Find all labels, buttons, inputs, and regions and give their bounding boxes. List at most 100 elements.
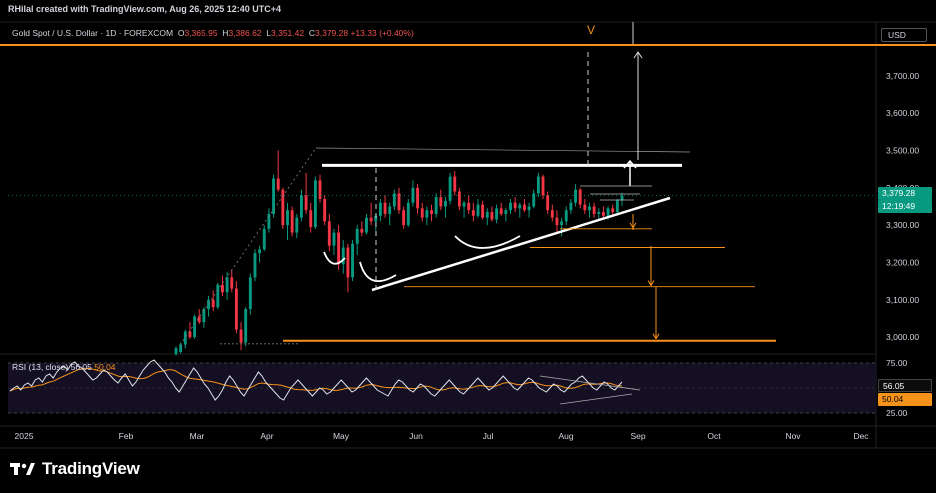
candle-body <box>304 195 308 211</box>
guide-diagonal-dashed <box>179 147 317 346</box>
chart-stage: 3,700.003,600.003,500.003,400.003,300.00… <box>0 0 936 493</box>
candle-body <box>560 221 564 226</box>
candle-body <box>564 210 568 222</box>
candle-body <box>248 277 252 310</box>
candle-body <box>453 176 457 192</box>
candle-body <box>230 277 234 289</box>
candle-body <box>392 193 396 207</box>
candle-body <box>457 191 461 207</box>
y-tick-label: 3,000.00 <box>886 332 919 342</box>
annotation-marker: V <box>587 23 595 37</box>
candle-body <box>406 202 410 226</box>
x-tick-label: Feb <box>119 431 134 441</box>
candle-body <box>281 189 285 226</box>
candle-body <box>606 208 610 216</box>
candle-body <box>402 210 406 226</box>
chart-canvas[interactable]: 3,700.003,600.003,500.003,400.003,300.00… <box>0 0 936 493</box>
candle-body <box>518 204 522 209</box>
ohlc-change: +13.33 (+0.40%) <box>350 28 414 38</box>
candle-body <box>583 204 587 211</box>
bar-countdown-tag: 12:19:49 <box>878 200 932 213</box>
candle-body <box>485 212 489 218</box>
candle-body <box>471 210 475 216</box>
candle-body <box>313 180 317 227</box>
candle-body <box>495 208 499 220</box>
candle-body <box>592 206 596 214</box>
candle-body <box>578 189 582 205</box>
rsi-y-tick-label: 25.00 <box>886 408 908 418</box>
ohlc-close: C3,379.28 <box>308 28 349 38</box>
candle-body <box>309 210 313 227</box>
candle-body <box>597 212 601 214</box>
candle-body <box>615 200 619 213</box>
candle-body <box>439 197 443 207</box>
x-tick-label: Aug <box>558 431 573 441</box>
candle-body <box>355 228 359 244</box>
candle-body <box>509 202 512 211</box>
candle-body <box>522 204 526 211</box>
candle-body <box>383 202 387 214</box>
base-curve-2 <box>359 261 397 283</box>
candle-body <box>183 331 187 345</box>
last-price-tag: 3,379.28 <box>878 187 932 200</box>
candle-body <box>569 202 573 211</box>
candle-body <box>174 348 178 354</box>
currency-button[interactable]: USD <box>881 28 927 42</box>
y-tick-label: 3,600.00 <box>886 108 919 118</box>
tradingview-logo[interactable]: TradingView <box>10 459 140 479</box>
candle-body <box>211 299 215 308</box>
candle-body <box>601 212 605 216</box>
rsi-legend[interactable]: RSI (13, close) 56.05 50.04 <box>12 362 116 372</box>
candle-body <box>513 202 517 209</box>
candle-body <box>346 247 350 278</box>
candle-body <box>276 178 280 190</box>
candle-body <box>262 228 266 250</box>
rsi-legend-ma-value: 50.04 <box>94 362 116 372</box>
x-tick-label: Dec <box>853 431 869 441</box>
x-tick-label: Sep <box>630 431 645 441</box>
candle-body <box>611 208 615 213</box>
y-tick-label: 3,100.00 <box>886 295 919 305</box>
x-tick-label: May <box>333 431 350 441</box>
candle-body <box>467 202 471 211</box>
rsi-name: RSI (13, close) <box>12 362 69 372</box>
candle-body <box>299 195 303 218</box>
rsi-value-tag: 56.05 <box>878 379 932 392</box>
symbol-legend[interactable]: Gold Spot / U.S. Dollar · 1D · FOREXCOM … <box>12 28 414 38</box>
candle-body <box>541 176 545 196</box>
candle-body <box>225 277 229 293</box>
candle-body <box>499 208 503 214</box>
rsi-ma-value-tag: 50.04 <box>878 393 932 406</box>
candle-body <box>550 210 554 218</box>
candle-body <box>234 288 238 330</box>
x-tick-label: 2025 <box>15 431 34 441</box>
candle-body <box>253 253 257 278</box>
candle-body <box>327 221 331 246</box>
candle-body <box>430 210 433 214</box>
candle-body <box>476 204 480 216</box>
candle-body <box>527 206 531 211</box>
candle-body <box>536 176 540 194</box>
candle-body <box>555 217 559 226</box>
ohlc-low: L3,351.42 <box>266 28 305 38</box>
tradingview-logo-icon <box>10 463 35 475</box>
candle-body <box>420 208 424 218</box>
x-tick-label: Mar <box>190 431 205 441</box>
candle-body <box>378 202 382 216</box>
candle-body <box>244 309 248 343</box>
x-tick-label: Jun <box>409 431 423 441</box>
y-tick-label: 3,500.00 <box>886 145 919 155</box>
candle-body <box>351 243 354 278</box>
candle-body <box>481 204 485 218</box>
candle-body <box>207 299 210 310</box>
candle-body <box>216 284 220 308</box>
candle-body <box>425 210 429 218</box>
candle-body <box>462 202 466 207</box>
candle-body <box>332 232 336 246</box>
candle-body <box>318 180 322 199</box>
x-tick-label: Oct <box>707 431 721 441</box>
candle-body <box>323 199 327 222</box>
candle-body <box>286 210 289 226</box>
x-tick-label: Jul <box>483 431 494 441</box>
candle-body <box>295 217 299 233</box>
